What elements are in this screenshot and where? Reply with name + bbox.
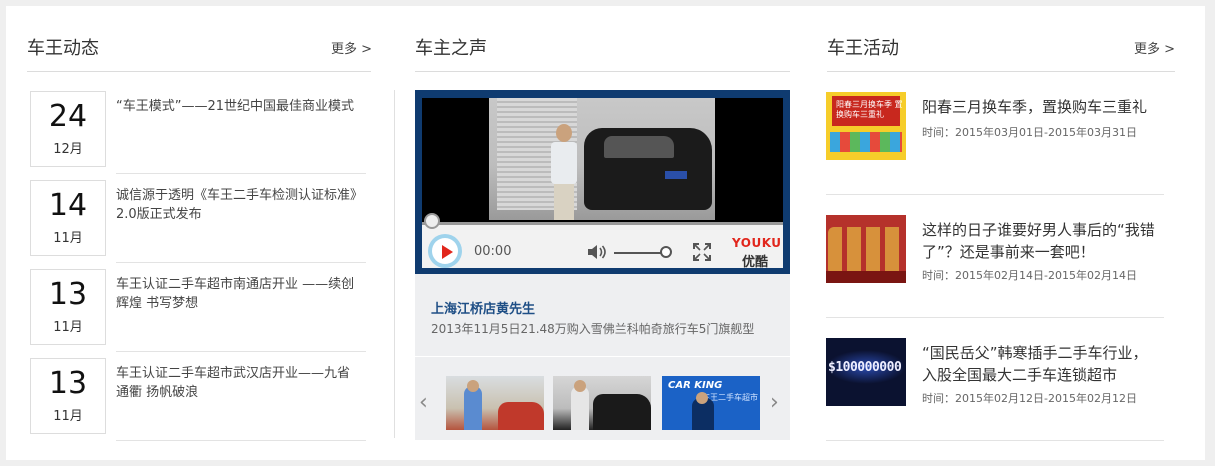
activity-image[interactable]: $100000000 [826,338,906,406]
volume-icon[interactable] [587,243,607,265]
video-player: 00:00 YOUKU 优酷 [415,90,790,274]
owner-name[interactable]: 上海江桥店黄先生 [431,298,535,317]
activity-image-text: 阳春三月换车季 置换购车三重礼 [836,100,903,119]
activity-separator [826,194,1164,195]
activity-item[interactable]: $100000000 “国民岳父”韩寒插手二手车行业，入股全国最大二手车连锁超市… [826,338,1174,458]
news-item[interactable]: 24 12月 “车王模式”——21世纪中国最佳商业模式 [30,91,366,180]
activity-item[interactable]: 阳春三月换车季 置换购车三重礼 阳春三月换车季，置换购车三重礼 时间：2015年… [826,92,1174,212]
activity-separator [826,317,1164,318]
activity-time: 时间：2015年02月12日-2015年02月12日 [922,392,1137,405]
date-day: 13 [48,366,88,401]
youku-logo: YOUKU 优酷 [732,236,782,268]
activities-divider [827,71,1175,72]
news-link[interactable]: 诚信源于透明《车王二手车检测认证标准》2.0版正式发布 [116,186,361,224]
date-day: 14 [48,188,88,223]
date-month: 11月 [53,320,83,335]
person-image [551,124,577,220]
video-info: 上海江桥店黄先生 2013年11月5日21.48万购入雪佛兰科帕奇旅行车5门旗舰… [415,274,790,440]
activity-time: 时间：2015年03月01日-2015年03月31日 [922,126,1137,139]
date-month: 11月 [53,231,83,246]
youku-logo-text: YOUKU [732,236,782,250]
news-separator [116,440,366,441]
activity-image[interactable] [826,215,906,283]
news-separator [116,262,366,263]
date-box: 14 11月 [30,180,106,256]
video-thumbnail[interactable] [446,376,544,430]
next-arrow-icon[interactable]: › [770,390,779,415]
date-day: 13 [48,277,88,312]
current-time: 00:00 [474,244,512,259]
news-separator [116,351,366,352]
activity-link[interactable]: “国民岳父”韩寒插手二手车行业，入股全国最大二手车连锁超市 [922,342,1162,386]
volume-knob[interactable] [660,246,672,258]
voice-divider [415,71,790,72]
car-window [604,136,674,158]
activity-time: 时间：2015年02月14日-2015年02月14日 [922,269,1137,282]
prev-arrow-icon[interactable]: ‹ [419,390,428,415]
carking-logo: CAR KING [668,380,723,391]
voice-title: 车主之声 [415,38,487,59]
seek-knob[interactable] [424,213,440,229]
activity-image-text: $100000000 [828,360,902,375]
youku-logo-cn: 优酷 [741,255,768,268]
news-item[interactable]: 14 11月 诚信源于透明《车王二手车检测认证标准》2.0版正式发布 [30,180,366,269]
activity-item[interactable]: 这样的日子谁要好男人事后的“我错了”？还是事前来一套吧！ 时间：2015年02月… [826,215,1174,335]
activity-link[interactable]: 阳春三月换车季，置换购车三重礼 [922,96,1162,118]
activity-link[interactable]: 这样的日子谁要好男人事后的“我错了”？还是事前来一套吧！ [922,219,1162,263]
news-item[interactable]: 13 11月 车王认证二手车超市南通店开业 ——续创辉煌 书写梦想 [30,269,366,358]
volume-slider[interactable] [614,252,666,254]
date-month: 11月 [53,409,83,424]
column-divider [394,90,395,438]
date-box: 13 11月 [30,269,106,345]
play-icon [442,245,453,259]
seek-bar[interactable] [422,222,783,225]
date-month: 12月 [53,142,83,157]
activity-image[interactable]: 阳春三月换车季 置换购车三重礼 [826,92,906,160]
date-box: 24 12月 [30,91,106,167]
play-button[interactable] [428,234,462,268]
video-thumbnail[interactable]: CAR KING 车王二手车超市 [662,376,760,430]
news-divider [27,71,371,72]
activities-title: 车王活动 [827,38,899,59]
date-box: 13 11月 [30,358,106,434]
license-plate [665,171,687,179]
news-title: 车王动态 [27,38,99,59]
news-link[interactable]: 车王认证二手车超市武汉店开业——九省通衢 扬帆破浪 [116,364,361,402]
news-more-link[interactable]: 更多 > [331,38,372,57]
video-thumbnail[interactable] [553,376,651,430]
fullscreen-icon[interactable] [692,242,712,266]
activity-separator [826,440,1164,441]
video-frame [489,98,715,220]
news-item[interactable]: 13 11月 车王认证二手车超市武汉店开业——九省通衢 扬帆破浪 [30,358,366,447]
news-link[interactable]: 车王认证二手车超市南通店开业 ——续创辉煌 书写梦想 [116,275,361,313]
activities-more-link[interactable]: 更多 > [1134,38,1175,57]
news-link[interactable]: “车王模式”——21世纪中国最佳商业模式 [116,97,361,116]
video-screen[interactable]: 00:00 YOUKU 优酷 [422,98,783,268]
news-separator [116,173,366,174]
owner-description: 2013年11月5日21.48万购入雪佛兰科帕奇旅行车5门旗舰型 [431,322,755,336]
info-separator [415,356,790,357]
date-day: 24 [48,99,88,134]
